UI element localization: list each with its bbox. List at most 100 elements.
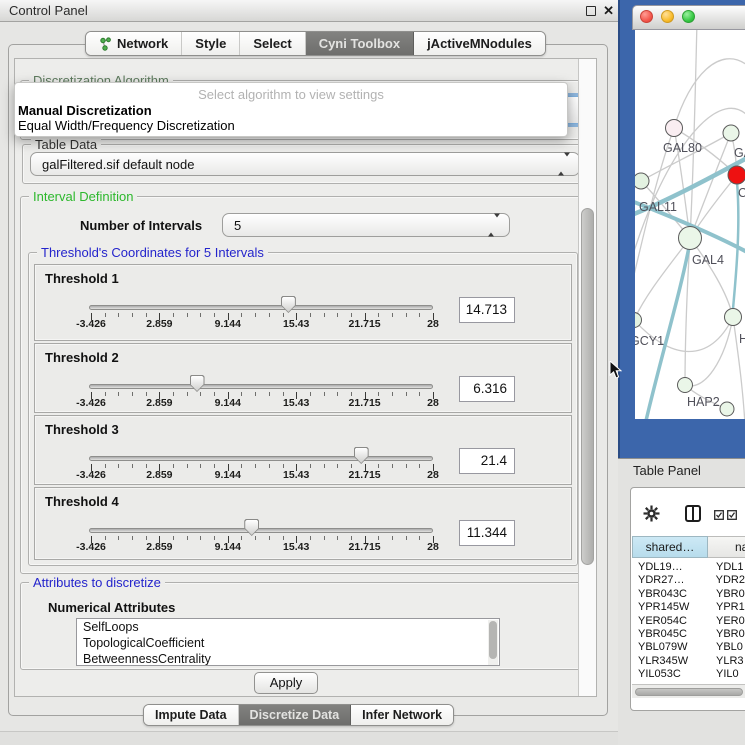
tab-select[interactable]: Select bbox=[240, 32, 305, 55]
slider-tick bbox=[118, 313, 119, 317]
table-row[interactable]: YBL079WYBL0 bbox=[632, 641, 745, 654]
threshold-3-slider-thumb[interactable] bbox=[354, 447, 369, 464]
table-row[interactable]: YDR27…YDR2 bbox=[632, 574, 745, 587]
threshold-4-value-field[interactable]: 11.344 bbox=[459, 520, 515, 546]
slider-scale-label: 21.715 bbox=[349, 318, 381, 330]
slider-scale-label: -3.426 bbox=[76, 318, 106, 330]
table-row[interactable]: YDL19…YDL1 bbox=[632, 561, 745, 574]
cell-shared-name: YIL053C bbox=[632, 668, 711, 681]
cell-name: YER0 bbox=[711, 615, 745, 628]
table-row[interactable]: YPR145WYPR1 bbox=[632, 601, 745, 614]
tab-jactivemnodules[interactable]: jActiveMNodules bbox=[414, 32, 545, 55]
threshold-4-slider-track[interactable] bbox=[89, 528, 433, 533]
threshold-3-value-field[interactable]: 21.4 bbox=[459, 448, 515, 474]
slider-tick bbox=[406, 464, 407, 468]
network-icon bbox=[99, 37, 112, 51]
table-scrollbar-thumb[interactable] bbox=[635, 688, 743, 696]
column-header-name[interactable]: na bbox=[708, 536, 745, 558]
slider-tick bbox=[255, 392, 256, 396]
network-node[interactable] bbox=[635, 313, 642, 328]
slider-tick bbox=[337, 536, 338, 540]
cell-shared-name: YLR345W bbox=[632, 655, 711, 668]
slider-scale-label: 28 bbox=[427, 541, 439, 553]
float-window-icon[interactable] bbox=[586, 6, 596, 16]
column-header-shared-name[interactable]: shared… bbox=[632, 536, 708, 558]
network-node[interactable] bbox=[723, 125, 739, 141]
network-node[interactable] bbox=[720, 402, 734, 416]
mac-zoom-icon[interactable] bbox=[682, 10, 695, 23]
network-node[interactable] bbox=[666, 120, 683, 137]
network-node[interactable] bbox=[678, 378, 693, 393]
slider-tick bbox=[283, 313, 284, 317]
thresholds-group-title: Threshold's Coordinates for 5 Intervals bbox=[37, 245, 268, 260]
slider-tick bbox=[269, 392, 270, 396]
slider-scale-label: 28 bbox=[427, 318, 439, 330]
network-node-label: GA bbox=[734, 146, 745, 160]
attributes-group-title: Attributes to discretize bbox=[29, 575, 165, 590]
columns-icon[interactable] bbox=[685, 505, 701, 522]
tab-discretize-data[interactable]: Discretize Data bbox=[239, 705, 352, 725]
slider-tick bbox=[351, 536, 352, 540]
apply-button[interactable]: Apply bbox=[254, 672, 318, 694]
slider-tick bbox=[118, 536, 119, 540]
threshold-4-slider-thumb[interactable] bbox=[244, 519, 259, 536]
network-node[interactable] bbox=[679, 227, 702, 250]
table-horizontal-scrollbar[interactable] bbox=[632, 684, 745, 698]
panel-vertical-scrollbar[interactable] bbox=[578, 59, 596, 696]
number-of-intervals-combobox[interactable]: 5 bbox=[222, 213, 510, 237]
threshold-1-value-field[interactable]: 14.713 bbox=[459, 297, 515, 323]
tab-style[interactable]: Style bbox=[182, 32, 240, 55]
table-row[interactable]: YIL053CYIL0 bbox=[632, 668, 745, 681]
threshold-1-slider-thumb[interactable] bbox=[281, 296, 296, 313]
control-panel-titlebar: Control Panel ✕ bbox=[0, 0, 618, 22]
tab-infer-network[interactable]: Infer Network bbox=[351, 705, 453, 725]
attributes-list-scrollbar[interactable] bbox=[488, 620, 498, 666]
select-columns-icon[interactable] bbox=[714, 510, 738, 520]
slider-tick bbox=[173, 392, 174, 396]
table-panel-title: Table Panel bbox=[633, 463, 701, 478]
table-row[interactable]: YBR045CYBR0 bbox=[632, 628, 745, 641]
dropdown-option[interactable]: Equal Width/Frequency Discretization bbox=[15, 118, 567, 133]
threshold-1-slider-track[interactable] bbox=[89, 305, 433, 310]
slider-tick bbox=[269, 536, 270, 540]
numerical-attributes-list[interactable]: SelfLoopsTopologicalCoefficientBetweenne… bbox=[76, 618, 500, 666]
slider-tick bbox=[200, 536, 201, 540]
network-node[interactable] bbox=[728, 166, 745, 184]
tab-cyni-toolbox[interactable]: Cyni Toolbox bbox=[306, 32, 414, 55]
threshold-3-slider-track[interactable] bbox=[89, 456, 433, 461]
table-data-combobox[interactable]: galFiltered.sif default node bbox=[30, 152, 580, 176]
table-row[interactable]: YBR043CYBR0 bbox=[632, 588, 745, 601]
table-row[interactable]: YLR345WYLR3 bbox=[632, 655, 745, 668]
mac-close-icon[interactable] bbox=[640, 10, 653, 23]
network-node-label: GAL11 bbox=[639, 200, 677, 214]
slider-scale-label: 21.715 bbox=[349, 397, 381, 409]
slider-tick bbox=[351, 313, 352, 317]
cell-name: YIL0 bbox=[711, 668, 739, 681]
slider-tick bbox=[392, 313, 393, 317]
slider-tick bbox=[146, 313, 147, 317]
slider-tick bbox=[269, 313, 270, 317]
attribute-list-item[interactable]: SelfLoops bbox=[77, 619, 499, 635]
threshold-2-slider-thumb[interactable] bbox=[190, 375, 205, 392]
gear-icon[interactable] bbox=[643, 505, 660, 522]
slider-tick bbox=[378, 464, 379, 468]
network-node[interactable] bbox=[725, 309, 742, 326]
network-canvas[interactable]: GAL80GACGAL11GAL4GCY1HHAP2 bbox=[635, 30, 745, 419]
threshold-2-block: Threshold 2 6.316 -3.4262.8599.14415.432… bbox=[34, 343, 572, 413]
attribute-list-item[interactable]: BetweennessCentrality bbox=[77, 651, 499, 666]
slider-scale-label: 2.859 bbox=[146, 469, 172, 481]
network-node[interactable] bbox=[635, 173, 649, 189]
threshold-2-slider-track[interactable] bbox=[89, 384, 433, 389]
interval-definition-group-title: Interval Definition bbox=[29, 189, 137, 204]
table-row[interactable]: YER054CYER0 bbox=[632, 615, 745, 628]
tab-network[interactable]: Network bbox=[86, 32, 182, 55]
attribute-list-item[interactable]: TopologicalCoefficient bbox=[77, 635, 499, 651]
network-window-titlebar bbox=[632, 5, 745, 30]
tab-impute-data[interactable]: Impute Data bbox=[144, 705, 239, 725]
close-icon[interactable]: ✕ bbox=[603, 3, 614, 19]
panel-scrollbar-thumb[interactable] bbox=[581, 208, 594, 565]
dropdown-option[interactable]: Manual Discretization bbox=[15, 103, 567, 118]
slider-tick bbox=[283, 392, 284, 396]
mac-minimize-icon[interactable] bbox=[661, 10, 674, 23]
threshold-2-value-field[interactable]: 6.316 bbox=[459, 376, 515, 402]
